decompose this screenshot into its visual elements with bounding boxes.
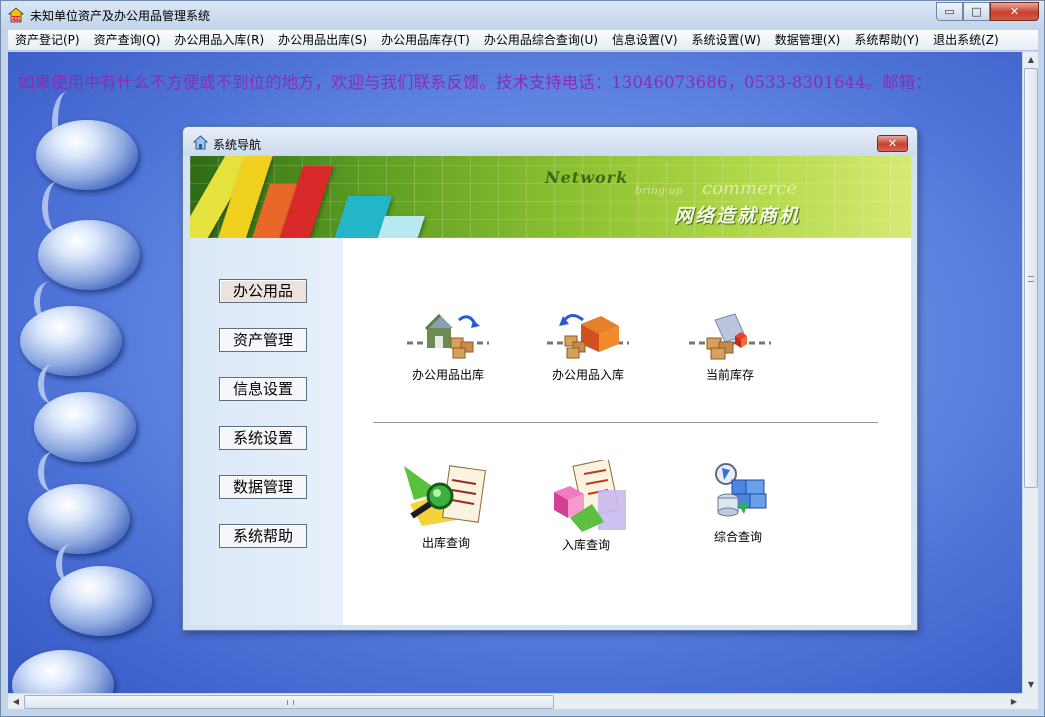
dialog-title: 系统导航: [213, 138, 262, 152]
nav-info-settings-button[interactable]: 信息设置: [219, 377, 307, 401]
home-icon: [193, 135, 208, 150]
function-inbound-query[interactable]: 入库查询: [531, 460, 641, 553]
mdi-client-area: 如果使用中有什么不方便或不到位的地方，欢迎与我们联系反馈。技术支持电话：1304…: [8, 52, 1022, 693]
nav-sidebar: 办公用品 资产管理 信息设置 系统设置 数据管理 系统帮助: [190, 238, 343, 625]
support-notice: 如果使用中有什么不方便或不到位的地方，欢迎与我们联系反馈。技术支持电话：1304…: [18, 73, 932, 92]
banner-slogan: 网络造就商机: [674, 205, 801, 227]
function-current-stock[interactable]: 当前库存: [675, 306, 785, 383]
arrow-left-icon: ◀: [12, 697, 20, 706]
close-icon: ✕: [1009, 5, 1020, 18]
function-label: 入库查询: [561, 538, 610, 552]
section-divider: [373, 422, 878, 423]
scrollbar-corner: [1022, 693, 1038, 709]
maximize-button[interactable]: □: [963, 2, 990, 21]
title-bar[interactable]: ERP 未知单位资产及办公用品管理系统 ▭ □ ✕: [1, 1, 1044, 29]
arrow-down-icon: ▼: [1027, 680, 1035, 689]
warehouse-in-icon: [547, 314, 629, 359]
close-button[interactable]: ✕: [990, 2, 1039, 21]
vertical-scrollbar[interactable]: ▲ ▼: [1022, 52, 1038, 693]
menu-supplies-out[interactable]: 办公用品出库(S): [271, 30, 374, 51]
vertical-scroll-thumb[interactable]: [1024, 68, 1038, 488]
menu-data-management[interactable]: 数据管理(X): [768, 30, 848, 51]
maximize-icon: □: [971, 5, 982, 18]
nav-system-settings-button[interactable]: 系统设置: [219, 426, 307, 450]
dialog-close-button[interactable]: ✕: [877, 135, 908, 152]
scroll-right-button[interactable]: ▶: [1006, 694, 1022, 710]
svg-text:ERP: ERP: [12, 17, 21, 23]
menu-asset-query[interactable]: 资产查询(Q): [87, 30, 168, 51]
menu-supplies-query[interactable]: 办公用品综合查询(U): [477, 30, 605, 51]
banner-commerce-text: commerce: [702, 178, 798, 199]
dialog-title-bar[interactable]: 系统导航 ✕: [183, 127, 917, 156]
horizontal-scroll-thumb[interactable]: [24, 695, 554, 709]
menu-exit[interactable]: 退出系统(Z): [926, 30, 1006, 51]
menu-info-settings[interactable]: 信息设置(V): [605, 30, 685, 51]
app-logo-icon: ERP: [8, 7, 24, 23]
minimize-icon: ▭: [944, 5, 955, 18]
warehouse-out-icon: [407, 314, 489, 359]
function-outbound-query[interactable]: 出库查询: [391, 460, 501, 551]
scroll-down-button[interactable]: ▼: [1023, 677, 1039, 693]
arrow-up-icon: ▲: [1027, 55, 1035, 64]
horizontal-scrollbar[interactable]: ◀ ▶: [8, 693, 1022, 709]
window-title: 未知单位资产及办公用品管理系统: [30, 9, 211, 23]
function-supplies-in[interactable]: 办公用品入库: [533, 306, 643, 383]
scroll-left-button[interactable]: ◀: [8, 694, 24, 710]
nav-function-panel: 办公用品出库 办公用品入库 当前库存 出库查询 入库查询 综合查询: [343, 238, 911, 625]
inbound-query-icon: [554, 460, 626, 532]
nav-system-help-button[interactable]: 系统帮助: [219, 524, 307, 548]
banner-network-text: Network: [545, 168, 629, 187]
menu-system-settings[interactable]: 系统设置(W): [685, 30, 768, 51]
arrow-right-icon: ▶: [1010, 697, 1018, 706]
menu-system-help[interactable]: 系统帮助(Y): [847, 30, 926, 51]
nav-asset-management-button[interactable]: 资产管理: [219, 328, 307, 352]
function-label: 当前库存: [705, 368, 754, 382]
nav-data-management-button[interactable]: 数据管理: [219, 475, 307, 499]
menu-bar: 资产登记(P) 资产查询(Q) 办公用品入库(R) 办公用品出库(S) 办公用品…: [8, 30, 1038, 51]
banner-bringup-text: bring up: [635, 184, 683, 197]
function-supplies-out[interactable]: 办公用品出库: [393, 306, 503, 383]
inventory-icon: [689, 313, 771, 360]
function-label: 综合查询: [713, 530, 762, 544]
main-window: ERP 未知单位资产及办公用品管理系统 ▭ □ ✕ 资产登记(P) 资产查询(Q…: [0, 0, 1045, 717]
function-label: 办公用品入库: [551, 368, 624, 382]
banner-image: Network bring up commerce 网络造就商机: [190, 156, 911, 238]
menu-asset-register[interactable]: 资产登记(P): [8, 30, 87, 51]
close-icon: ✕: [887, 137, 898, 150]
navigation-dialog: 系统导航 ✕ Network bring up commerce 网络造就商机 …: [182, 126, 918, 631]
minimize-button[interactable]: ▭: [936, 2, 963, 21]
function-label: 办公用品出库: [411, 368, 484, 382]
scroll-up-button[interactable]: ▲: [1023, 52, 1039, 68]
outbound-query-icon: [404, 465, 487, 526]
menu-supplies-in[interactable]: 办公用品入库(R): [167, 30, 271, 51]
nav-office-supplies-button[interactable]: 办公用品: [219, 279, 307, 303]
function-combined-query[interactable]: 综合查询: [683, 460, 793, 545]
function-label: 出库查询: [421, 536, 470, 550]
combined-query-icon: [715, 463, 767, 517]
menu-supplies-stock[interactable]: 办公用品库存(T): [374, 30, 477, 51]
